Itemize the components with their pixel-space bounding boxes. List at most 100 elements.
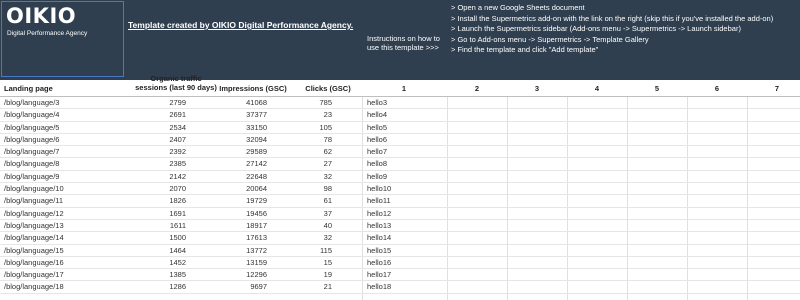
cell-organic-traffic[interactable]: 1826 xyxy=(126,195,186,207)
cell-impressions[interactable]: 13159 xyxy=(215,257,267,269)
cell-column-1[interactable]: hello11 xyxy=(367,195,391,207)
cell-column-1[interactable]: hello4 xyxy=(367,109,387,121)
cell-clicks[interactable]: 62 xyxy=(298,146,332,158)
cell-organic-traffic[interactable]: 1500 xyxy=(126,232,186,244)
cell-impressions[interactable]: 17613 xyxy=(215,232,267,244)
cell-landing-page[interactable]: /blog/language/17 xyxy=(4,269,64,281)
cell-organic-traffic[interactable]: 2392 xyxy=(126,146,186,158)
cell-clicks[interactable]: 98 xyxy=(298,183,332,195)
cell-organic-traffic[interactable]: 1452 xyxy=(126,257,186,269)
cell-column-1[interactable]: hello14 xyxy=(367,232,391,244)
cell-column-1[interactable]: hello5 xyxy=(367,122,387,134)
cell-column-1[interactable]: hello3 xyxy=(367,97,387,109)
cell-clicks[interactable]: 32 xyxy=(298,171,332,183)
cell-clicks[interactable]: 19 xyxy=(298,269,332,281)
table-row: /blog/language/4 2691 37377 23 hello4 xyxy=(0,109,800,122)
column-header-1[interactable]: 1 xyxy=(389,84,419,93)
template-credit-link[interactable]: Template created by OIKIO Digital Perfor… xyxy=(128,20,353,30)
cell-column-1[interactable]: hello16 xyxy=(367,257,391,269)
cell-clicks[interactable]: 37 xyxy=(298,208,332,220)
cell-impressions[interactable]: 27142 xyxy=(215,158,267,170)
cell-column-1[interactable]: hello15 xyxy=(367,245,391,257)
instructions-label-line1: Instructions on how to xyxy=(367,34,440,43)
cell-landing-page[interactable]: /blog/language/12 xyxy=(4,208,64,220)
cell-impressions[interactable]: 29589 xyxy=(215,146,267,158)
cell-organic-traffic[interactable]: 2385 xyxy=(126,158,186,170)
cell-landing-page[interactable]: /blog/language/13 xyxy=(4,220,64,232)
cell-impressions[interactable]: 33150 xyxy=(215,122,267,134)
cell-column-1[interactable]: hello13 xyxy=(367,220,391,232)
cell-impressions[interactable]: 9697 xyxy=(215,281,267,293)
cell-organic-traffic[interactable]: 1611 xyxy=(126,220,186,232)
table-row: /blog/language/13 1611 18917 40 hello13 xyxy=(0,220,800,233)
cell-column-1[interactable]: hello12 xyxy=(367,208,391,220)
cell-landing-page[interactable]: /blog/language/3 xyxy=(4,97,59,109)
cell-impressions[interactable]: 20064 xyxy=(215,183,267,195)
cell-landing-page[interactable]: /blog/language/16 xyxy=(4,257,64,269)
cell-organic-traffic[interactable]: 1464 xyxy=(126,245,186,257)
column-header-4[interactable]: 4 xyxy=(582,84,612,93)
cell-column-1[interactable]: hello6 xyxy=(367,134,387,146)
cell-clicks[interactable]: 785 xyxy=(298,97,332,109)
cell-landing-page[interactable]: /blog/language/9 xyxy=(4,171,59,183)
column-header-landing-page[interactable]: Landing page xyxy=(4,84,53,93)
cell-organic-traffic[interactable]: 2799 xyxy=(126,97,186,109)
column-header-2[interactable]: 2 xyxy=(462,84,492,93)
cell-impressions[interactable]: 32094 xyxy=(215,134,267,146)
cell-landing-page[interactable]: /blog/language/4 xyxy=(4,109,59,121)
cell-clicks[interactable]: 105 xyxy=(298,122,332,134)
cell-landing-page[interactable]: /blog/language/15 xyxy=(4,245,64,257)
cell-landing-page[interactable]: /blog/language/14 xyxy=(4,232,64,244)
cell-impressions[interactable]: 19456 xyxy=(215,208,267,220)
cell-organic-traffic[interactable]: 2691 xyxy=(126,109,186,121)
cell-clicks[interactable]: 32 xyxy=(298,232,332,244)
cell-landing-page[interactable]: /blog/language/7 xyxy=(4,146,59,158)
cell-column-1[interactable]: hello17 xyxy=(367,269,391,281)
cell-landing-page[interactable]: /blog/language/8 xyxy=(4,158,59,170)
table-row: /blog/language/15 1464 13772 115 hello15 xyxy=(0,245,800,257)
cell-landing-page[interactable]: /blog/language/10 xyxy=(4,183,64,195)
column-header-6[interactable]: 6 xyxy=(702,84,732,93)
cell-clicks[interactable]: 27 xyxy=(298,158,332,170)
cell-clicks[interactable]: 115 xyxy=(298,245,332,257)
column-header-7[interactable]: 7 xyxy=(762,84,792,93)
column-header-impressions[interactable]: Impressions (GSC) xyxy=(213,84,293,93)
cell-clicks[interactable]: 61 xyxy=(298,195,332,207)
cell-organic-traffic[interactable]: 2534 xyxy=(126,122,186,134)
cell-impressions[interactable]: 18917 xyxy=(215,220,267,232)
cell-impressions[interactable]: 13772 xyxy=(215,245,267,257)
column-header-row: Landing page Organic traffic sessions (l… xyxy=(0,74,800,97)
column-header-clicks[interactable]: Clicks (GSC) xyxy=(298,84,358,93)
cell-organic-traffic[interactable]: 1385 xyxy=(126,269,186,281)
cell-clicks[interactable]: 15 xyxy=(298,257,332,269)
cell-organic-traffic[interactable]: 1691 xyxy=(126,208,186,220)
cell-clicks[interactable]: 21 xyxy=(298,281,332,293)
cell-impressions[interactable]: 41068 xyxy=(215,97,267,109)
column-header-organic-line1: Organic traffic xyxy=(150,74,202,83)
column-header-organic-traffic[interactable]: Organic traffic sessions (last 90 days) xyxy=(126,74,226,92)
cell-landing-page[interactable]: /blog/language/18 xyxy=(4,281,64,293)
cell-clicks[interactable]: 40 xyxy=(298,220,332,232)
cell-column-1[interactable]: hello8 xyxy=(367,158,387,170)
table-row: /blog/language/16 1452 13159 15 hello16 xyxy=(0,257,800,270)
cell-impressions[interactable]: 37377 xyxy=(215,109,267,121)
cell-column-1[interactable]: hello18 xyxy=(367,281,391,293)
cell-landing-page[interactable]: /blog/language/11 xyxy=(4,195,63,207)
cell-impressions[interactable]: 12296 xyxy=(215,269,267,281)
cell-column-1[interactable]: hello10 xyxy=(367,183,391,195)
column-header-5[interactable]: 5 xyxy=(642,84,672,93)
cell-clicks[interactable]: 23 xyxy=(298,109,332,121)
instruction-item: > Find the template and click "Add templ… xyxy=(451,45,599,54)
column-header-3[interactable]: 3 xyxy=(522,84,552,93)
cell-organic-traffic[interactable]: 1286 xyxy=(126,281,186,293)
cell-clicks[interactable]: 78 xyxy=(298,134,332,146)
cell-impressions[interactable]: 22648 xyxy=(215,171,267,183)
cell-column-1[interactable]: hello9 xyxy=(367,171,387,183)
cell-column-1[interactable]: hello7 xyxy=(367,146,387,158)
cell-organic-traffic[interactable]: 2407 xyxy=(126,134,186,146)
cell-landing-page[interactable]: /blog/language/5 xyxy=(4,122,59,134)
cell-landing-page[interactable]: /blog/language/6 xyxy=(4,134,59,146)
cell-impressions[interactable]: 19729 xyxy=(215,195,267,207)
cell-organic-traffic[interactable]: 2142 xyxy=(126,171,186,183)
cell-organic-traffic[interactable]: 2070 xyxy=(126,183,186,195)
